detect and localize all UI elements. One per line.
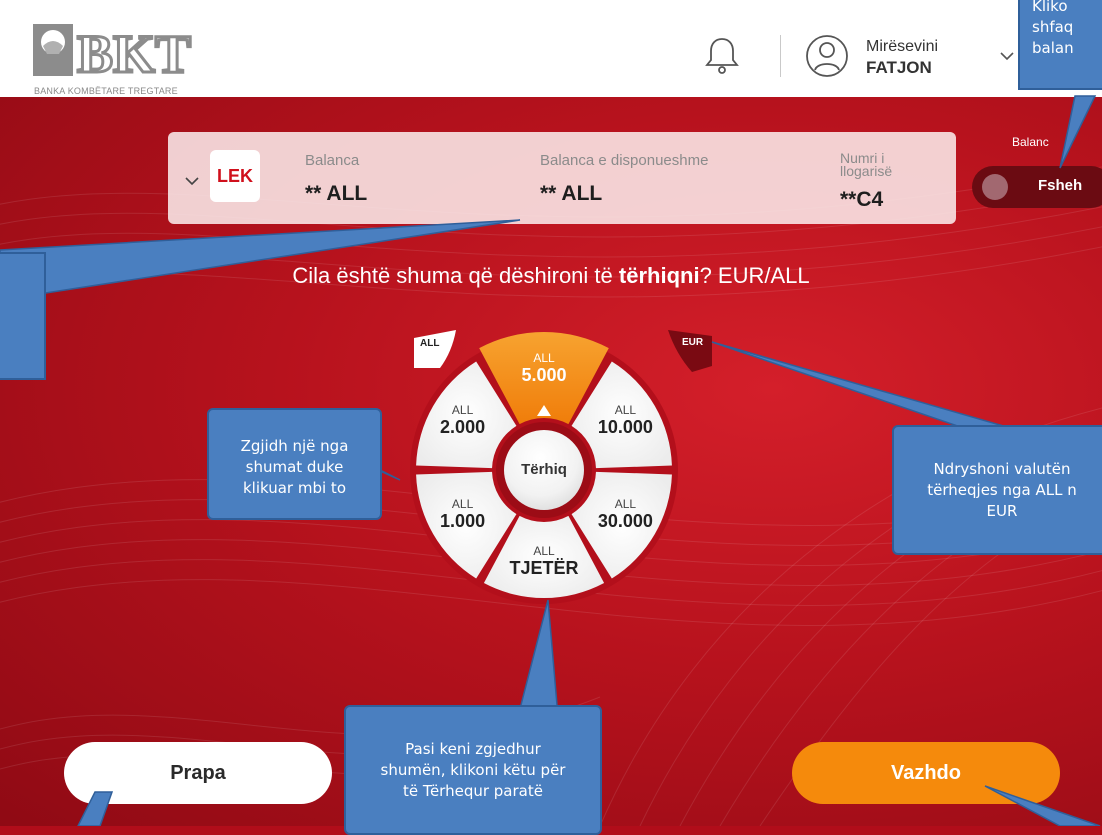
user-name: FATJON <box>866 58 932 77</box>
callout-line: EUR <box>986 502 1018 520</box>
amount-option-currency: ALL <box>614 403 637 417</box>
amount-option[interactable]: ALL 1.000 <box>418 497 508 532</box>
amount-option-value: 2.000 <box>440 417 486 437</box>
callout-line: shfaq <box>1032 18 1074 36</box>
account-chevron-down-icon[interactable] <box>185 176 199 186</box>
withdraw-question: Cila është shuma që dëshironi të tërhiqn… <box>0 263 1102 289</box>
amount-option[interactable]: ALL 10.000 <box>580 403 670 438</box>
amount-option-value: 10.000 <box>597 417 653 437</box>
amount-option[interactable]: ALL 2.000 <box>418 403 508 438</box>
amount-option-currency: ALL <box>451 403 474 417</box>
continue-button[interactable]: Vazhdo <box>792 742 1060 804</box>
amount-option[interactable]: ALL TJETËR <box>499 544 589 579</box>
account-number-label: Numri i llogarisë <box>840 151 893 179</box>
withdraw-center-button[interactable]: Tërhiq <box>504 430 584 510</box>
amount-option-currency: ALL <box>614 497 637 511</box>
callout-line: klikuar mbi to <box>242 479 346 497</box>
amount-option-currency: ALL <box>451 497 474 511</box>
amount-option[interactable]: ALL 30.000 <box>580 497 670 532</box>
greeting-text: Mirësevini <box>866 38 939 55</box>
question-text-pre: Cila është shuma që dëshironi të <box>292 263 619 288</box>
callout-line: Ndryshoni valutën <box>933 460 1071 478</box>
callout-line: të Tërhequr paratë <box>403 782 543 800</box>
chevron-down-icon[interactable] <box>1000 51 1014 61</box>
app-header: BKT BANKA KOMBËTARE TREGTARE Mirësevini … <box>0 0 1102 97</box>
amount-option-value: 5.000 <box>521 365 567 385</box>
question-text-post: ? EUR/ALL <box>699 263 810 288</box>
amount-option-currency: ALL <box>533 544 555 558</box>
available-balance-label: Balanca e disponueshme <box>540 152 709 169</box>
toggle-state-text: Fsheh <box>1038 177 1083 194</box>
amount-option[interactable]: ALL 5.000 <box>499 351 589 386</box>
toggle-knob[interactable] <box>982 174 1008 200</box>
callout-line: balan <box>1032 39 1074 57</box>
back-button[interactable]: Prapa <box>64 742 332 804</box>
bkt-logo[interactable]: BKT <box>33 20 193 95</box>
callout-line: Kliko <box>1032 0 1068 15</box>
amount-option-currency: ALL <box>533 351 555 365</box>
callout-line: Zgjidh një nga <box>240 437 349 455</box>
callout-toggle-help: Kliko shfaq balan <box>1018 0 1102 90</box>
all-badge-label[interactable]: ALL <box>420 338 439 349</box>
amount-option-value: 1.000 <box>440 511 486 531</box>
callout-account-help <box>0 252 46 380</box>
bank-name: BANKA KOMBËTARE TREGTARE <box>34 86 178 96</box>
amount-option-value: 30.000 <box>597 511 653 531</box>
amount-option-value: TJETËR <box>509 558 579 578</box>
header-divider <box>780 35 781 77</box>
callout-line: shumat duke <box>245 458 344 476</box>
account-panel[interactable] <box>168 132 956 224</box>
account-number-value: **C4 <box>840 188 884 211</box>
eur-badge-label[interactable]: EUR <box>682 337 703 348</box>
user-avatar-icon[interactable] <box>805 34 849 78</box>
svg-text:BKT: BKT <box>77 24 191 84</box>
available-balance-value: ** ALL <box>540 182 603 205</box>
bell-icon[interactable] <box>705 35 739 75</box>
currency-badge: LEK <box>210 150 260 202</box>
toggle-label: Balanc <box>1012 135 1049 149</box>
callout-line: Pasi keni zgjedhur <box>405 740 541 758</box>
balance-value: ** ALL <box>305 182 368 205</box>
question-text-bold: tërhiqni <box>618 263 700 288</box>
callout-line: tërheqjes nga ALL n <box>927 481 1077 499</box>
account-number-label-line2: llogarisë <box>840 163 893 179</box>
callout-currency-change: Ndryshoni valutën tërheqjes nga ALL n EU… <box>892 425 1102 555</box>
callout-choose-amount: Zgjidh një nga shumat duke klikuar mbi t… <box>207 408 382 520</box>
callout-line: shumën, klikoni këtu për <box>380 761 566 779</box>
callout-confirm-withdraw: Pasi keni zgjedhur shumën, klikoni këtu … <box>344 705 602 835</box>
balance-label: Balanca <box>305 152 360 169</box>
